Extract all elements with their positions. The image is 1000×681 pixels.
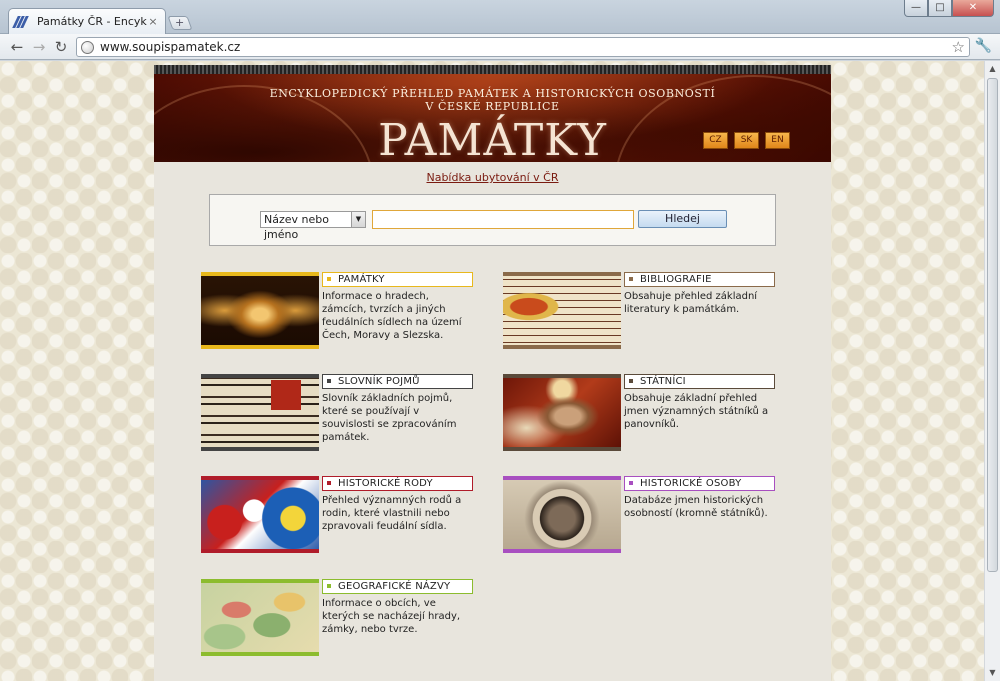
tab-title: Památky ČR - Encyklope... xyxy=(37,15,147,28)
category-historicke-osoby[interactable]: HISTORICKÉ OSOBY Databáze jmen historick… xyxy=(503,476,778,556)
category-label-slovnik[interactable]: SLOVNÍK POJMŮ xyxy=(322,374,473,389)
category-desc-pamatky: Informace o hradech, zámcích, tvrzích a … xyxy=(322,291,462,341)
browser-titlebar: Památky ČR - Encyklope... × + — □ ✕ xyxy=(0,0,1000,34)
close-window-button[interactable]: ✕ xyxy=(952,0,994,17)
address-bar[interactable]: www.soupispamatek.cz ☆ xyxy=(76,37,970,57)
search-panel: Název nebo jméno ▼ Hledej xyxy=(209,194,776,246)
bookmark-star-icon[interactable]: ☆ xyxy=(952,38,965,56)
page-content: ENCYKLOPEDICKÝ PŘEHLED PAMÁTEK A HISTORI… xyxy=(154,65,831,681)
bullet-icon xyxy=(629,277,633,281)
category-image-pamatky[interactable] xyxy=(201,272,319,349)
page-viewport: ENCYKLOPEDICKÝ PŘEHLED PAMÁTEK A HISTORI… xyxy=(0,61,984,681)
category-bibliografie[interactable]: BIBLIOGRAFIE Obsahuje přehled základní l… xyxy=(503,272,778,352)
tab-close-icon[interactable]: × xyxy=(147,15,159,28)
category-desc-bibliografie: Obsahuje přehled základní literatury k p… xyxy=(624,291,758,315)
category-pamatky[interactable]: PAMÁTKY Informace o hradech, zámcích, tv… xyxy=(201,272,476,352)
category-label-pamatky[interactable]: PAMÁTKY xyxy=(322,272,473,287)
category-label-bibliografie[interactable]: BIBLIOGRAFIE xyxy=(624,272,775,287)
category-geograficke-nazvy[interactable]: GEOGRAFICKÉ NÁZVY Informace o obcích, ve… xyxy=(201,579,476,659)
back-button[interactable]: ← xyxy=(6,37,28,57)
forward-button[interactable]: → xyxy=(28,37,50,57)
wrench-menu-icon[interactable]: 🔧 xyxy=(975,38,992,54)
category-desc-historicke-osoby: Databáze jmen historických osobností (kr… xyxy=(624,495,768,519)
language-switcher: CZ SK EN xyxy=(703,132,790,149)
url-text: www.soupispamatek.cz xyxy=(100,40,241,54)
category-desc-statnici: Obsahuje základní přehled jmen významnýc… xyxy=(624,393,769,430)
site-favicon-icon xyxy=(12,15,31,28)
category-label-geograficke-nazvy[interactable]: GEOGRAFICKÉ NÁZVY xyxy=(322,579,473,594)
bullet-icon xyxy=(327,379,331,383)
search-input[interactable] xyxy=(372,210,634,229)
search-button[interactable]: Hledej xyxy=(638,210,727,228)
window-controls: — □ ✕ xyxy=(904,0,994,17)
scroll-thumb[interactable] xyxy=(987,78,998,572)
new-tab-button[interactable]: + xyxy=(167,16,193,30)
scroll-up-icon[interactable]: ▲ xyxy=(985,61,1000,77)
browser-toolbar: ← → ↻ www.soupispamatek.cz ☆ 🔧 xyxy=(0,34,1000,60)
lang-sk-button[interactable]: SK xyxy=(734,132,759,149)
category-image-statnici[interactable] xyxy=(503,374,621,451)
category-image-slovnik[interactable] xyxy=(201,374,319,451)
category-label-historicke-rody[interactable]: HISTORICKÉ RODY xyxy=(322,476,473,491)
category-desc-geograficke-nazvy: Informace o obcích, ve kterých se nacház… xyxy=(322,598,461,635)
browser-tab[interactable]: Památky ČR - Encyklope... × xyxy=(8,8,166,34)
search-type-value: Název nebo jméno xyxy=(264,213,329,241)
bullet-icon xyxy=(629,481,633,485)
category-slovnik[interactable]: SLOVNÍK POJMŮ Slovník základních pojmů, … xyxy=(201,374,476,454)
lang-cz-button[interactable]: CZ xyxy=(703,132,728,149)
bullet-icon xyxy=(629,379,633,383)
lang-en-button[interactable]: EN xyxy=(765,132,790,149)
category-desc-slovnik: Slovník základních pojmů, které se použí… xyxy=(322,393,457,443)
header-banner: ENCYKLOPEDICKÝ PŘEHLED PAMÁTEK A HISTORI… xyxy=(154,65,831,162)
search-type-select[interactable]: Název nebo jméno ▼ xyxy=(260,211,366,241)
category-image-historicke-osoby[interactable] xyxy=(503,476,621,553)
dropdown-arrow-icon[interactable]: ▼ xyxy=(351,212,365,227)
bullet-icon xyxy=(327,277,331,281)
category-image-bibliografie[interactable] xyxy=(503,272,621,349)
category-historicke-rody[interactable]: HISTORICKÉ RODY Přehled významných rodů … xyxy=(201,476,476,556)
bullet-icon xyxy=(327,584,331,588)
category-statnici[interactable]: STÁTNÍCI Obsahuje základní přehled jmen … xyxy=(503,374,778,454)
minimize-button[interactable]: — xyxy=(904,0,928,17)
reload-button[interactable]: ↻ xyxy=(50,37,72,57)
accommodation-link[interactable]: Nabídka ubytování v ČR xyxy=(154,171,831,184)
header-subtitle-line2: V ČESKÉ REPUBLICE xyxy=(425,100,560,113)
banner-stripe xyxy=(154,65,831,74)
bullet-icon xyxy=(327,481,331,485)
category-image-geograficke-nazvy[interactable] xyxy=(201,579,319,656)
scroll-down-icon[interactable]: ▼ xyxy=(985,665,1000,681)
globe-icon xyxy=(81,40,94,54)
category-desc-historicke-rody: Přehled významných rodů a rodin, které v… xyxy=(322,495,462,532)
page-scrollbar[interactable]: ▲ ▼ xyxy=(984,61,1000,681)
category-image-historicke-rody[interactable] xyxy=(201,476,319,553)
header-subtitle-line1: ENCYKLOPEDICKÝ PŘEHLED PAMÁTEK A HISTORI… xyxy=(269,87,716,100)
maximize-button[interactable]: □ xyxy=(928,0,952,17)
category-label-historicke-osoby[interactable]: HISTORICKÉ OSOBY xyxy=(624,476,775,491)
category-label-statnici[interactable]: STÁTNÍCI xyxy=(624,374,775,389)
